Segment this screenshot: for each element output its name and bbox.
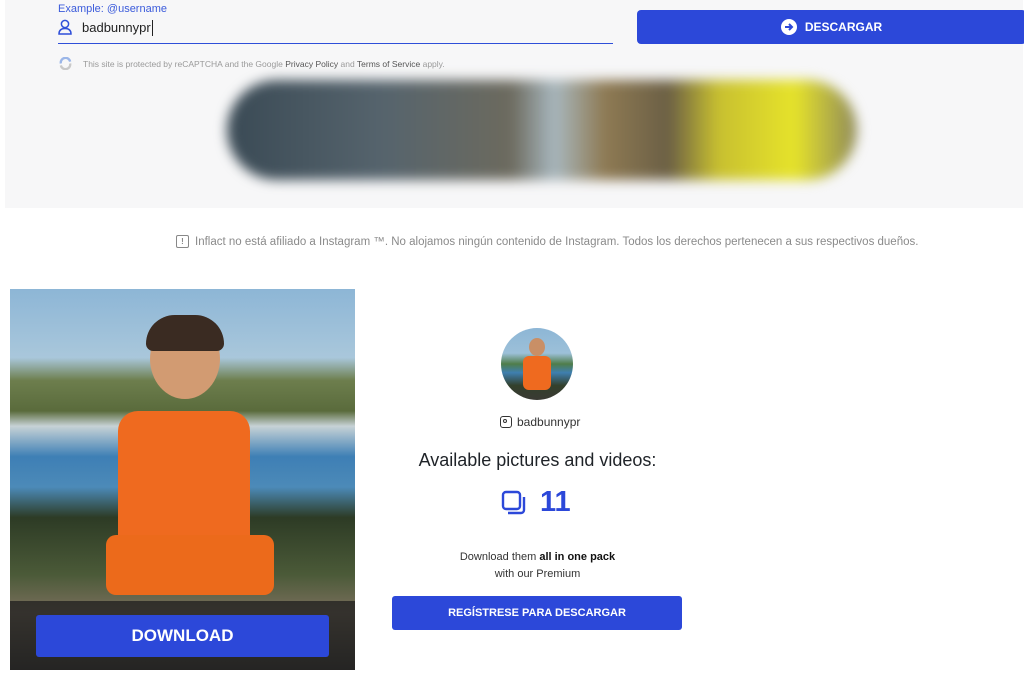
terms-of-service-link[interactable]: Terms of Service	[357, 59, 420, 69]
profile-username-text: badbunnypr	[517, 415, 581, 429]
user-icon	[58, 19, 72, 35]
captcha-suffix: apply.	[422, 58, 445, 69]
disclaimer-text: Inflact no está afiliado a Instagram ™. …	[195, 235, 919, 248]
username-field[interactable]: badbunnypr	[58, 16, 613, 44]
descargar-label: DESCARGAR	[804, 20, 883, 34]
info-icon: !	[176, 235, 189, 248]
media-count-value: 11	[540, 486, 571, 518]
avatar	[501, 328, 573, 400]
available-title: Available pictures and videos:	[418, 450, 657, 470]
instagram-disclaimer: ! Inflact no está afiliado a Instagram ™…	[176, 235, 918, 248]
media-preview-card: DOWNLOAD	[10, 289, 355, 670]
username-hint: Example: @username	[58, 3, 167, 15]
privacy-policy-link[interactable]: Privacy Policy	[285, 59, 338, 69]
premium-pack-text: Download them all in one pack with our P…	[459, 551, 616, 580]
arrow-right-circle-icon	[780, 19, 797, 35]
media-count: 11	[500, 486, 571, 519]
captcha-and: and	[340, 58, 355, 69]
download-button[interactable]: DOWNLOAD	[36, 615, 329, 657]
username-input[interactable]: badbunnypr	[82, 20, 153, 36]
blurred-ad-banner[interactable]	[227, 80, 857, 180]
instagram-icon	[500, 416, 512, 428]
recaptcha-icon	[59, 57, 72, 70]
register-to-download-button[interactable]: REGÍSTRESE PARA DESCARGAR	[392, 596, 682, 630]
descargar-button[interactable]: DESCARGAR	[637, 10, 1024, 44]
search-panel: Example: @username badbunnypr DESCARGAR …	[5, 0, 1024, 208]
gallery-icon	[501, 490, 526, 514]
recaptcha-notice: This site is protected by reCAPTCHA and …	[58, 57, 445, 70]
captcha-prefix: This site is protected by reCAPTCHA and …	[83, 58, 283, 69]
profile-username: badbunnypr	[500, 415, 580, 429]
